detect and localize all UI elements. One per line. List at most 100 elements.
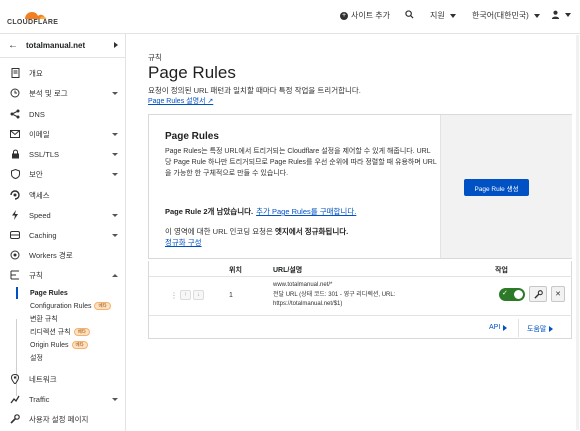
chevron-down-icon (112, 152, 118, 156)
sidebar-item-label: Traffic (29, 394, 50, 404)
domain-name: totalmanual.net (26, 41, 86, 50)
row-divider (149, 315, 572, 316)
sidebar-item-access[interactable]: 액세스 (0, 186, 126, 204)
wrench-icon (10, 414, 20, 424)
card-body: Page Rules는 특정 URL에서 트리거되는 Cloudflare 설정… (165, 148, 437, 177)
normalization-text: 이 영역에 대한 URL 인코딩 요청은 엣지에서 정규화됩니다. (165, 226, 348, 237)
sidebar-item-overview[interactable]: 개요 (0, 64, 126, 82)
sidebar-item-workers[interactable]: Workers 경로 (0, 246, 126, 264)
drive-icon (10, 230, 20, 240)
back-arrow-icon[interactable]: ← (8, 40, 18, 51)
column-header-url: URL/설명 (273, 267, 303, 274)
rule-description-line1: 전달 URL (상태 코드: 301 - 영구 리디렉션, URL: (273, 291, 396, 298)
rule-url: www.totalmanual.net/* (273, 282, 333, 288)
help-link[interactable]: 도움말 (527, 324, 554, 334)
rule-enabled-toggle[interactable]: ✓ (499, 288, 525, 301)
move-up-button[interactable]: ↑ (180, 290, 191, 300)
chevron-right-icon (549, 326, 554, 332)
chevron-down-icon (449, 13, 456, 18)
create-page-rule-button[interactable]: Page Rule 생성 (464, 179, 529, 196)
normalization-prefix: 이 영역에 대한 URL 인코딩 요청은 (165, 227, 276, 236)
beta-badge: 베타 (73, 328, 90, 336)
sidebar-subitem-page-rules[interactable]: Page Rules (16, 287, 125, 299)
sidebar-subitem-label: Configuration Rules (30, 302, 92, 310)
api-link-label: API (489, 324, 501, 331)
sidebar-item-label: Workers 경로 (29, 250, 73, 260)
sidebar-item-label: 이메일 (29, 129, 50, 139)
sidebar-item-label: 보안 (29, 169, 43, 179)
sidebar-subitem-origin-rules[interactable]: Origin Rules 베타 (16, 339, 125, 351)
sidebar-item-traffic[interactable]: Traffic (0, 390, 126, 408)
sidebar-item-label: 규칙 (29, 270, 43, 280)
sidebar-subitem-label: Page Rules (30, 289, 68, 297)
delete-rule-button[interactable]: ✕ (551, 286, 565, 302)
sidebar-subitem-transform-rules[interactable]: 변환 규칙 (16, 313, 125, 325)
sidebar-item-ssl[interactable]: SSL/TLS (0, 145, 126, 163)
chevron-down-icon (112, 132, 118, 136)
chevron-down-icon (565, 12, 571, 17)
sidebar: ← totalmanual.net 개요 분석 및 로그 DNS 이메일 SSL… (0, 34, 126, 431)
sidebar-subitem-settings[interactable]: 설정 (16, 352, 125, 364)
search-icon (405, 10, 414, 19)
domain-selector[interactable]: ← totalmanual.net (0, 34, 126, 58)
page-rules-card: Page Rules Page Rules는 특정 URL에서 트리거되는 Cl… (148, 114, 572, 259)
close-icon: ✕ (555, 291, 561, 298)
account-menu[interactable] (551, 10, 571, 19)
help-link-label: 도움말 (527, 326, 547, 333)
move-down-button[interactable]: ↓ (193, 290, 204, 300)
add-site-button[interactable]: + 사이트 추가 (340, 10, 390, 21)
rules-icon (10, 270, 20, 280)
section-eyebrow: 규칙 (148, 53, 162, 62)
card-action-panel: Page Rule 생성 (440, 115, 572, 258)
rule-position: 1 (229, 292, 233, 299)
edit-rule-button[interactable] (529, 286, 547, 302)
access-icon (10, 190, 20, 200)
support-label: 지원 (430, 11, 445, 20)
api-link[interactable]: API (489, 324, 508, 331)
rule-description-line2: https://totalmanual.net/$1) (273, 301, 343, 307)
sidebar-item-label: SSL/TLS (29, 149, 60, 159)
mail-icon (10, 129, 20, 139)
sidebar-subitem-label: Origin Rules (30, 341, 69, 349)
sidebar-subitem-redirect-rules[interactable]: 리디렉션 규칙 베타 (16, 326, 125, 338)
traffic-icon (10, 394, 20, 404)
sidebar-item-analytics[interactable]: 분석 및 로그 (0, 84, 126, 102)
sidebar-item-security[interactable]: 보안 (0, 165, 126, 183)
bolt-icon (10, 210, 20, 220)
column-header-position: 위치 (229, 267, 242, 274)
sidebar-item-custom-pages[interactable]: 사용자 설정 페이지 (0, 410, 126, 428)
sidebar-item-email[interactable]: 이메일 (0, 125, 126, 143)
sidebar-subitem-label: 리디렉션 규칙 (30, 329, 71, 336)
arrow-up-icon: ↑ (184, 292, 187, 298)
support-menu[interactable]: 지원 (430, 10, 456, 21)
pin-icon (10, 374, 20, 384)
sidebar-subitem-label: 설정 (30, 355, 43, 362)
main-content: 규칙 Page Rules 요청이 정의된 URL 패턴과 일치할 때마다 특정… (127, 34, 580, 431)
document-icon (10, 68, 20, 78)
language-menu[interactable]: 한국어(대한민국) (472, 10, 540, 21)
chevron-down-icon (533, 13, 540, 18)
page-rules-table: 위치 URL/설명 작업 ⋮⋮ ↑ ↓ 1 www.totalmanual.ne… (148, 261, 572, 339)
sidebar-subitem-configuration-rules[interactable]: Configuration Rules 베타 (16, 300, 125, 312)
configure-normalization-link[interactable]: 정규화 구성 (165, 237, 202, 248)
arrow-down-icon: ↓ (197, 292, 200, 298)
purchase-rules-link[interactable]: 추가 Page Rules를 구매합니다. (256, 207, 356, 216)
page-scrollbar[interactable] (576, 35, 579, 430)
chevron-down-icon (112, 172, 118, 176)
sidebar-item-rules[interactable]: 규칙 (0, 266, 126, 284)
search-button[interactable] (405, 10, 414, 19)
sidebar-item-network[interactable]: 네트워크 (0, 370, 126, 388)
beta-badge: 베타 (94, 302, 111, 310)
chevron-right-icon (503, 324, 508, 331)
chevron-up-icon (112, 273, 118, 277)
footer-separator (518, 319, 519, 337)
sidebar-item-speed[interactable]: Speed (0, 206, 126, 224)
sidebar-item-dns[interactable]: DNS (0, 105, 126, 123)
top-bar: CLOUDFLARE + 사이트 추가 지원 한국어(대한민국) (0, 0, 580, 34)
sidebar-item-label: 액세스 (29, 190, 50, 200)
sidebar-item-label: 사용자 설정 페이지 (29, 414, 89, 424)
sidebar-item-caching[interactable]: Caching (0, 226, 126, 244)
documentation-link[interactable]: Page Rules 설명서 ↗ (148, 96, 213, 106)
chevron-right-icon (114, 42, 118, 48)
dns-icon (10, 109, 20, 119)
